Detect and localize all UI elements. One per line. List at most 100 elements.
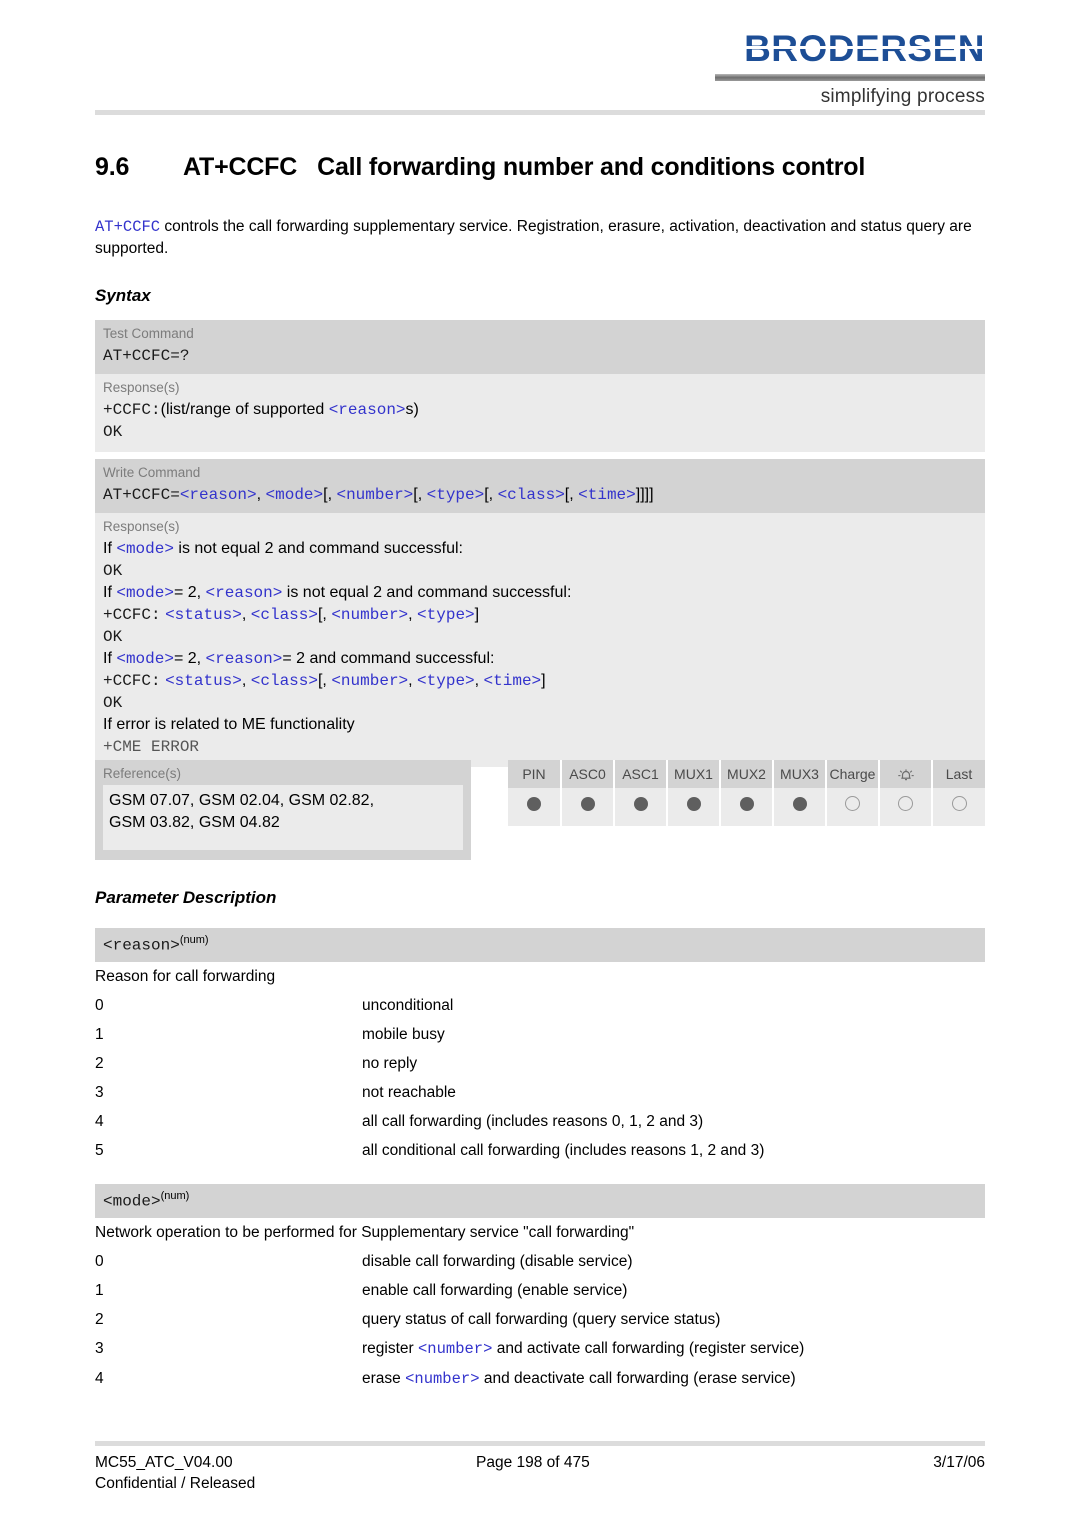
- param-option-text: register: [362, 1340, 418, 1357]
- footer-date: 3/17/06: [933, 1454, 985, 1471]
- syntax-parameter-token: <class>: [250, 672, 318, 690]
- param-option-value: register <number> and activate call forw…: [362, 1334, 985, 1364]
- capability-dot-alarm-empty: [879, 788, 933, 827]
- syntax-plain-text: ,: [241, 606, 251, 623]
- param-name-reason: <reason>: [103, 936, 180, 955]
- capability-header-asc1: ASC1: [614, 760, 668, 789]
- syntax-parameter-token: <time>: [578, 486, 636, 504]
- test-response-text-a: (list/range of supported: [160, 401, 329, 418]
- page-footer: MC55_ATC_V04.00 Page 198 of 475 3/17/06 …: [95, 1452, 985, 1494]
- write-response-label: Response(s): [103, 519, 180, 534]
- capability-header-mux1: MUX1: [667, 760, 721, 789]
- param-option-value: enable call forwarding (enable service): [362, 1282, 628, 1299]
- capability-dot-asc0-filled: [561, 788, 615, 827]
- syntax-plain-text: If: [103, 650, 117, 667]
- capability-dot-mux2-filled: [720, 788, 774, 827]
- capability-dot-pin-filled: [508, 788, 562, 827]
- syntax-plain-text: If error is related to ME functionality: [103, 716, 355, 733]
- syntax-parameter-token: <mode>: [116, 650, 174, 668]
- param-option-key: 2: [95, 1311, 104, 1328]
- syntax-parameter-token: <number>: [331, 672, 409, 690]
- syntax-plain-text: = 2,: [173, 650, 206, 667]
- capability-dot-mux1-filled: [667, 788, 721, 827]
- reference-label: Reference(s): [103, 766, 182, 781]
- param-description-mode: Network operation to be performed for Su…: [95, 1224, 635, 1241]
- test-command-syntax: AT+CCFC=?: [103, 347, 190, 365]
- syntax-plain-text: ,: [241, 672, 251, 689]
- syntax-plain-text: is not equal 2 and command successful:: [173, 540, 463, 557]
- syntax-plain-text: is not equal 2 and command successful:: [282, 584, 572, 601]
- param-option-text: and deactivate call forwarding (erase se…: [479, 1370, 796, 1387]
- param-option-row: 0 disable call forwarding (disable servic…: [95, 1247, 985, 1276]
- syntax-parameter-token: <class>: [497, 486, 565, 504]
- footer-doc-id: MC55_ATC_V04.00: [95, 1454, 233, 1471]
- param-option-row: 1 mobile busy: [95, 1020, 985, 1049]
- param-option-row: 4 erase <number> and deactivate call forw…: [95, 1364, 985, 1394]
- param-option-key: 4: [95, 1113, 104, 1130]
- filled-dot-icon: [527, 796, 541, 811]
- param-options-reason: 0 unconditional 1 mobile busy 2 no reply 3 not …: [95, 991, 985, 1165]
- test-response-param: <reason>: [328, 401, 406, 419]
- capability-header-last: Last: [932, 760, 985, 789]
- test-command-response-band: Response(s) +CCFC:(list/range of support…: [95, 374, 985, 455]
- syntax-plain-text: ]]]]: [635, 486, 654, 503]
- section-heading-parameter-description: Parameter Description: [95, 888, 277, 907]
- capability-header-asc0: ASC0: [561, 760, 615, 789]
- syntax-parameter-token: <type>: [426, 486, 485, 504]
- syntax-parameter-token: <mode>: [116, 540, 174, 558]
- syntax-table: Test Command AT+CCFC=? Response(s) +CCFC…: [95, 320, 985, 770]
- param-option-value: mobile busy: [362, 1026, 445, 1043]
- param-option-value: unconditional: [362, 997, 454, 1014]
- test-command-band: Test Command AT+CCFC=?: [95, 320, 985, 374]
- capability-header-charge: Charge: [826, 760, 880, 789]
- logo-divider-bar: [715, 74, 985, 81]
- syntax-plain-text: ,: [474, 672, 484, 689]
- syntax-parameter-token: <reason>: [205, 584, 283, 602]
- filled-dot-icon: [686, 796, 701, 811]
- param-option-row: 2 no reply: [95, 1049, 985, 1078]
- param-header-reason: <reason>(num): [95, 928, 985, 963]
- empty-dot-icon: [845, 796, 860, 812]
- param-body-mode: Network operation to be performed for Su…: [95, 1218, 985, 1394]
- param-option-key: 1: [95, 1026, 104, 1043]
- capability-header-pin: PIN: [508, 760, 562, 789]
- page-title: 9.6 AT+CCFC Call forwarding number and con…: [95, 153, 985, 182]
- filled-dot-icon: [739, 796, 754, 811]
- param-option-key: 3: [95, 1084, 104, 1101]
- param-option-key: 2: [95, 1055, 104, 1072]
- filled-dot-icon: [633, 796, 648, 811]
- title-command: AT+CCFC: [183, 153, 298, 181]
- write-response-line: If <mode>= 2, <reason>= 2 and command su…: [103, 648, 977, 670]
- syntax-command-token: +CCFC:: [103, 606, 161, 624]
- title-text: Call forwarding number and conditions co…: [317, 153, 866, 181]
- header-divider: [95, 110, 985, 115]
- param-option-key: 3: [95, 1340, 104, 1357]
- syntax-plain-text: ,: [408, 672, 418, 689]
- syntax-plain-text: [,: [484, 486, 498, 503]
- write-command-label: Write Command: [103, 465, 201, 480]
- param-option-token: <number>: [418, 1340, 493, 1358]
- syntax-plain-text: [,: [413, 486, 427, 503]
- syntax-parameter-token: <type>: [417, 606, 475, 624]
- capability-table: PIN ASC0 ASC1 MUX1 MUX2 MUX3 Charge Last: [508, 760, 985, 827]
- param-header-mode: <mode>(num): [95, 1184, 985, 1219]
- syntax-parameter-token: <reason>: [205, 650, 283, 668]
- syntax-plain-text: ,: [408, 606, 418, 623]
- write-response-line: If <mode>= 2, <reason> is not equal 2 an…: [103, 582, 977, 604]
- syntax-command-token: +CCFC:: [103, 672, 161, 690]
- syntax-plain-text: If: [103, 584, 117, 601]
- syntax-parameter-token: <status>: [165, 606, 242, 624]
- param-option-value: not reachable: [362, 1084, 456, 1101]
- param-option-key: 0: [95, 997, 104, 1014]
- empty-dot-icon: [951, 796, 967, 812]
- filled-dot-icon: [792, 796, 807, 811]
- write-response-line: If <mode> is not equal 2 and command suc…: [103, 538, 977, 560]
- alarm-bell-glyph: [897, 769, 914, 781]
- syntax-plain-text: = 2,: [173, 584, 206, 601]
- param-type-mode: (num): [160, 1190, 190, 1202]
- write-command-band: Write Command AT+CCFC=<reason>, <mode>[,…: [95, 459, 985, 513]
- section-number: 9.6: [95, 153, 130, 181]
- syntax-command-token: OK: [103, 628, 123, 646]
- param-option-row: 3 not reachable: [95, 1078, 985, 1107]
- syntax-parameter-token: <mode>: [265, 486, 324, 504]
